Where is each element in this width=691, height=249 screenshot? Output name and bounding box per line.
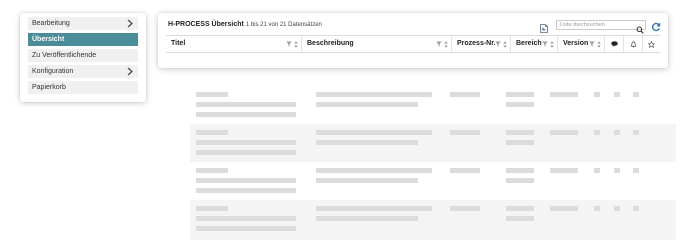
skeleton-line [196, 112, 296, 117]
column-header-bereich[interactable]: Bereich [510, 36, 557, 52]
skeleton-line [450, 92, 480, 97]
skeleton-line [506, 130, 534, 135]
bell-icon [629, 41, 637, 47]
skeleton-line [506, 216, 534, 221]
skeleton-line [196, 92, 228, 97]
skeleton-line [316, 216, 418, 221]
sort-icon[interactable] [597, 40, 601, 48]
search-input[interactable] [557, 21, 634, 29]
skeleton-line [506, 92, 534, 97]
column-header-favorites[interactable] [642, 36, 660, 52]
pdf-export-icon[interactable] [540, 20, 548, 33]
skeleton-line [506, 168, 534, 173]
star-icon [648, 40, 655, 48]
filter-icon[interactable] [542, 41, 548, 47]
skeleton-line [550, 130, 578, 135]
table-row-placeholder [190, 200, 676, 240]
skeleton-line [614, 130, 620, 135]
skeleton-line [450, 168, 480, 173]
skeleton-line [550, 206, 578, 211]
skeleton-line [506, 206, 534, 211]
skeleton-line [506, 102, 534, 107]
skeleton-line [316, 206, 432, 211]
skeleton-line [450, 206, 480, 211]
overview-panel: H-PROCESS Übersicht 1 bis 21 von 21 Date… [158, 13, 668, 68]
sort-icon[interactable] [294, 40, 298, 48]
skeleton-line [196, 130, 228, 135]
sidebar-item-zu-veroeffentlichende[interactable]: Zu Veröffentlichende [28, 49, 138, 62]
skeleton-line [633, 206, 639, 211]
sort-icon[interactable] [550, 40, 554, 48]
sidebar-item-label: Bearbeitung [32, 20, 70, 27]
skeleton-line [506, 140, 534, 145]
sidebar-item-label: Konfiguration [32, 68, 74, 75]
comment-icon [610, 41, 618, 47]
filter-icon[interactable] [286, 41, 292, 47]
skeleton-line [196, 206, 228, 211]
skeleton-line [633, 168, 639, 173]
skeleton-line [316, 130, 432, 135]
sort-icon[interactable] [503, 40, 507, 48]
skeleton-line [506, 178, 534, 183]
search-field [556, 20, 646, 34]
sidebar-menu: Bearbeitung Übersicht Zu Veröffentlichen… [20, 13, 146, 102]
filter-icon[interactable] [589, 41, 595, 47]
sidebar-item-label: Übersicht [32, 36, 65, 43]
skeleton-line [316, 102, 418, 107]
skeleton-line [196, 102, 296, 107]
skeleton-line [196, 226, 296, 231]
filter-icon[interactable] [495, 41, 501, 47]
sidebar-item-papierkorb[interactable]: Papierkorb [28, 81, 138, 94]
sidebar-item-label: Zu Veröffentlichende [32, 52, 97, 59]
skeleton-line [614, 168, 620, 173]
skeleton-line [550, 168, 578, 173]
record-count: 1 bis 21 von 21 Datensätzen [245, 22, 322, 28]
skeleton-line [594, 92, 600, 97]
column-header-version[interactable]: Version [557, 36, 604, 52]
sidebar-item-konfiguration[interactable]: Konfiguration [28, 65, 138, 78]
table-row-placeholder [190, 162, 676, 200]
skeleton-line [633, 92, 639, 97]
table-row-placeholder [190, 86, 676, 124]
chevron-right-icon [126, 65, 134, 78]
skeleton-line [614, 92, 620, 97]
refresh-icon[interactable] [651, 19, 661, 32]
table-row-placeholder [190, 124, 676, 162]
skeleton-line [316, 168, 432, 173]
panel-title: H-PROCESS Übersicht 1 bis 21 von 21 Date… [168, 21, 322, 28]
column-header-titel[interactable]: Titel [166, 36, 301, 52]
skeleton-line [450, 130, 480, 135]
skeleton-line [196, 150, 296, 155]
column-header-comments[interactable] [604, 36, 623, 52]
skeleton-line [594, 168, 600, 173]
skeleton-line [594, 130, 600, 135]
skeleton-line [196, 168, 228, 173]
column-header-beschreibung[interactable]: Beschreibung [301, 36, 451, 52]
skeleton-line [196, 216, 296, 221]
skeleton-line [633, 130, 639, 135]
skeleton-line [594, 206, 600, 211]
skeleton-line [316, 92, 432, 97]
column-header-notifications[interactable] [623, 36, 642, 52]
sidebar-item-bearbeitung[interactable]: Bearbeitung [28, 17, 138, 30]
skeleton-line [316, 178, 418, 183]
skeleton-line [196, 140, 296, 145]
sidebar-item-uebersicht[interactable]: Übersicht [28, 33, 138, 46]
skeleton-line [614, 206, 620, 211]
table-header: Titel Beschreibung Prozess-Nr. Bereich V… [166, 35, 660, 53]
sort-icon[interactable] [444, 40, 448, 48]
sidebar-item-label: Papierkorb [32, 84, 66, 91]
search-icon[interactable] [636, 21, 644, 34]
skeleton-line [550, 92, 578, 97]
chevron-right-icon [126, 17, 134, 30]
filter-icon[interactable] [436, 41, 442, 47]
column-header-prozess-nr[interactable]: Prozess-Nr. [451, 36, 510, 52]
skeleton-line [316, 140, 418, 145]
skeleton-line [196, 188, 296, 193]
page-title: H-PROCESS Übersicht [168, 21, 244, 28]
skeleton-line [196, 178, 296, 183]
